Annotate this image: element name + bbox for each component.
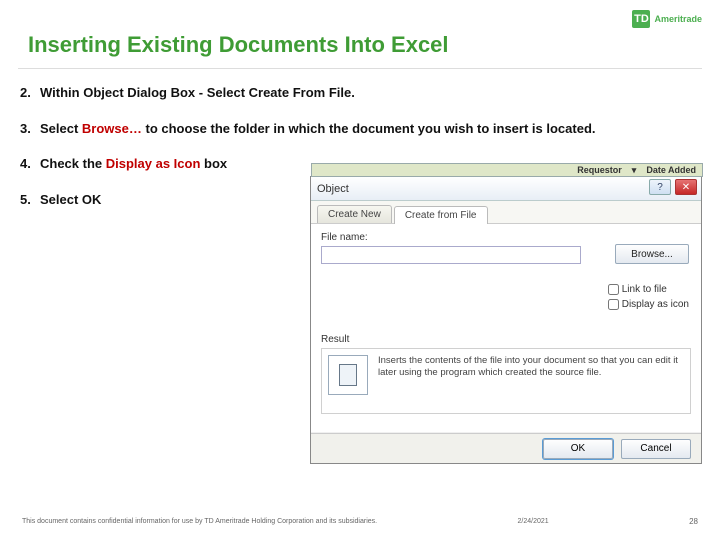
dialog-body: File name: Browse... Link to file Displa… xyxy=(311,224,701,432)
dialog-title: Object xyxy=(317,183,349,195)
tab-create-new[interactable]: Create New xyxy=(317,205,392,223)
dialog-tabs: Create New Create from File xyxy=(311,201,701,224)
slide-footer: This document contains confidential info… xyxy=(22,517,698,526)
link-to-file-checkbox[interactable]: Link to file xyxy=(608,284,689,295)
step-fragment: Check the xyxy=(40,156,106,171)
brand-header: TD Ameritrade xyxy=(632,10,702,28)
ribbon-col-requestor: Requestor xyxy=(577,165,622,175)
dropdown-icon: ▾ xyxy=(632,165,637,176)
td-logo: TD xyxy=(632,10,650,28)
object-dialog: Requestor ▾ Date Added Object ? ✕ Create… xyxy=(310,176,702,464)
browse-button[interactable]: Browse... xyxy=(615,244,689,264)
link-to-file-box[interactable] xyxy=(608,284,619,295)
step-fragment: box xyxy=(200,156,227,171)
step-highlight: Browse… xyxy=(82,121,142,136)
page-number: 28 xyxy=(689,517,698,526)
footer-date: 2/24/2021 xyxy=(518,518,549,525)
cancel-button[interactable]: Cancel xyxy=(621,439,691,459)
brand-name: Ameritrade xyxy=(654,14,702,24)
step-highlight: Display as Icon xyxy=(106,156,201,171)
result-box: Inserts the contents of the file into yo… xyxy=(321,348,691,414)
dialog-footer: OK Cancel xyxy=(311,433,701,463)
ribbon-col-date-added: Date Added xyxy=(646,165,696,175)
page-title: Inserting Existing Documents Into Excel xyxy=(28,32,449,58)
result-description: Inserts the contents of the file into yo… xyxy=(378,355,684,407)
help-button[interactable]: ? xyxy=(649,179,671,195)
step-number: 3. xyxy=(20,120,40,138)
step-text: Select Browse… to choose the folder in w… xyxy=(40,120,680,138)
excel-ribbon-strip: Requestor ▾ Date Added xyxy=(311,163,703,177)
title-divider xyxy=(18,68,702,69)
step-number: 2. xyxy=(20,84,40,102)
display-as-icon-box[interactable] xyxy=(608,299,619,310)
step-text: Check the Display as Icon box xyxy=(40,155,280,173)
step-fragment: to choose the folder in which the docume… xyxy=(142,121,596,136)
dialog-titlebar: Object ? ✕ xyxy=(311,177,701,201)
document-icon xyxy=(339,364,357,386)
step-fragment: Select xyxy=(40,121,82,136)
tab-create-from-file[interactable]: Create from File xyxy=(394,206,488,224)
result-icon xyxy=(328,355,368,395)
file-name-input[interactable] xyxy=(321,246,581,264)
step-text: Within Object Dialog Box - Select Create… xyxy=(40,84,680,102)
display-as-icon-label: Display as icon xyxy=(622,299,689,310)
step-text: Select OK xyxy=(40,191,280,209)
link-to-file-label: Link to file xyxy=(622,284,667,295)
file-name-label: File name: xyxy=(321,232,691,243)
display-as-icon-checkbox[interactable]: Display as icon xyxy=(608,299,689,310)
step-number: 5. xyxy=(20,191,40,209)
close-button[interactable]: ✕ xyxy=(675,179,697,195)
step-number: 4. xyxy=(20,155,40,173)
confidential-notice: This document contains confidential info… xyxy=(22,518,377,525)
ok-button[interactable]: OK xyxy=(543,439,613,459)
result-label: Result xyxy=(321,334,349,345)
